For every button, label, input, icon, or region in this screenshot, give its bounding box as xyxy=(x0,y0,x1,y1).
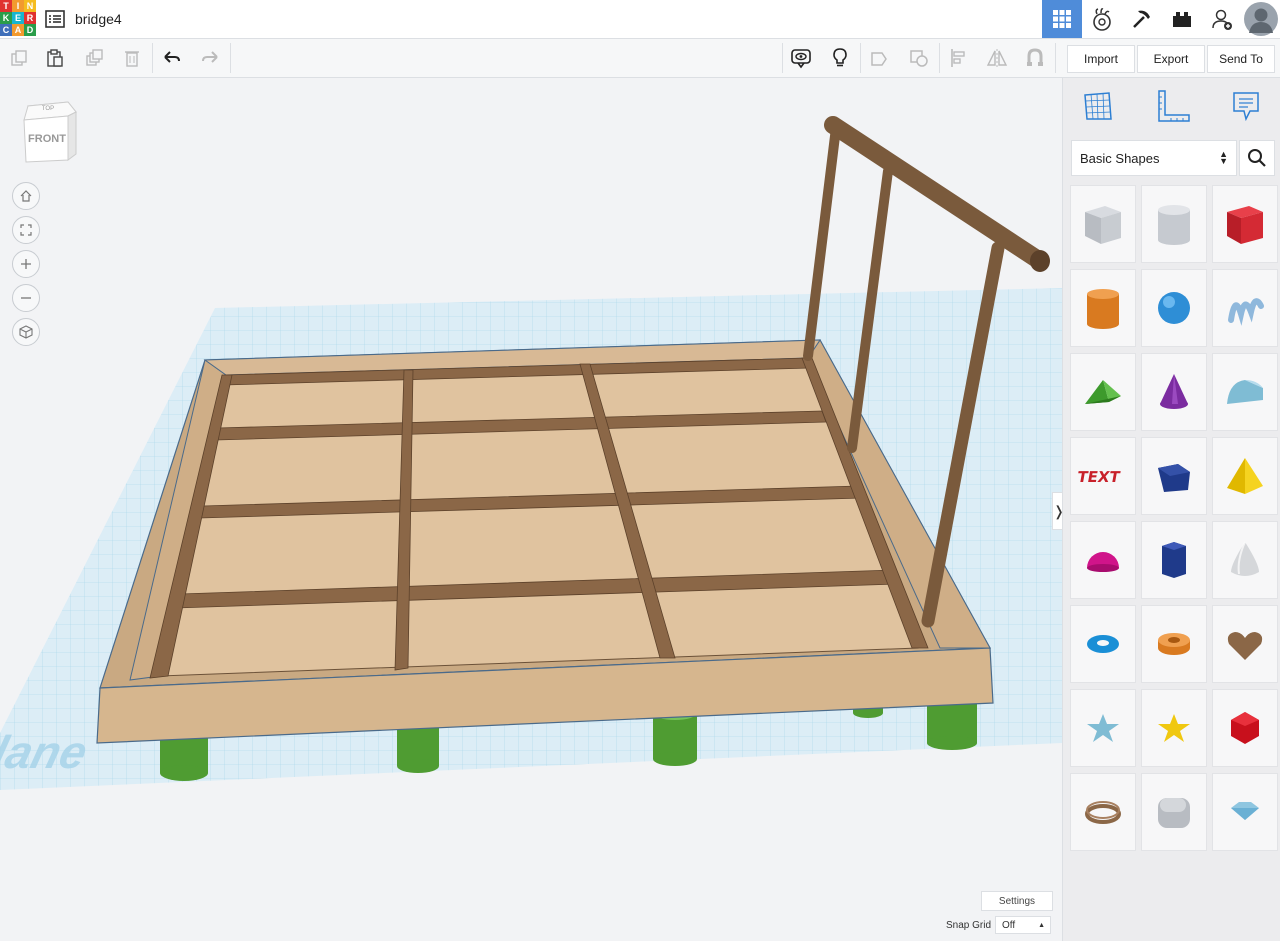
3d-scene[interactable]: Workplane xyxy=(0,78,1062,941)
shape-box[interactable] xyxy=(1212,185,1278,263)
logo-letter: C xyxy=(0,24,12,36)
search-icon[interactable] xyxy=(1239,140,1275,176)
shape-category-value: Basic Shapes xyxy=(1080,150,1160,166)
shape-round-roof[interactable] xyxy=(1212,353,1278,431)
shape-star[interactable] xyxy=(1070,689,1136,767)
send-to-button[interactable]: Send To xyxy=(1207,45,1275,73)
delete-icon[interactable] xyxy=(113,39,151,77)
logo-letter: K xyxy=(0,12,12,24)
logo-letter: D xyxy=(24,24,36,36)
snap-grid-label: Snap Grid xyxy=(946,920,992,931)
shape-category-select[interactable]: Basic Shapes ▲ ▼ xyxy=(1071,140,1237,176)
logo-letter: R xyxy=(24,12,36,24)
shape-heart[interactable] xyxy=(1212,605,1278,683)
shape-text[interactable]: TEXT xyxy=(1070,437,1136,515)
minecraft-icon[interactable] xyxy=(1122,0,1162,38)
shape-hexagonal-prism[interactable] xyxy=(1141,521,1207,599)
workplane-label: Workplane xyxy=(0,727,92,778)
logo-letter: E xyxy=(12,12,24,24)
shape-box-hole[interactable] xyxy=(1070,185,1136,263)
avatar[interactable] xyxy=(1242,0,1280,38)
caret-up-icon: ▲ xyxy=(1038,922,1045,929)
tinkercad-logo[interactable]: TINKERCAD xyxy=(0,0,36,36)
perspective-icon[interactable] xyxy=(12,318,40,346)
shape-cylinder[interactable] xyxy=(1070,269,1136,347)
tinker-icon[interactable] xyxy=(1082,0,1122,38)
home-icon[interactable] xyxy=(12,182,40,210)
redo-icon[interactable] xyxy=(191,39,229,77)
view-cube[interactable]: TOP FRONT xyxy=(22,100,78,164)
zoom-in-icon[interactable] xyxy=(12,250,40,278)
shape-grid: TEXT xyxy=(1070,185,1278,851)
shape-cone[interactable] xyxy=(1141,353,1207,431)
shape-cylinder-hole[interactable] xyxy=(1141,185,1207,263)
logo-letter: A xyxy=(12,24,24,36)
mirror-icon[interactable] xyxy=(978,39,1016,77)
shape-polygon[interactable] xyxy=(1141,437,1207,515)
lego-icon[interactable] xyxy=(1162,0,1202,38)
viewcube-top-label: TOP xyxy=(42,106,54,112)
edit-toolbar xyxy=(0,39,1062,78)
notes-icon[interactable] xyxy=(821,39,859,77)
workplane-icon[interactable] xyxy=(1078,86,1118,126)
shape-scribble[interactable] xyxy=(1212,269,1278,347)
logo-letter: T xyxy=(0,0,12,12)
shape-torus[interactable] xyxy=(1070,605,1136,683)
shape-sphere[interactable] xyxy=(1141,269,1207,347)
shape-star-yellow[interactable] xyxy=(1141,689,1207,767)
shape-roof[interactable] xyxy=(1070,353,1136,431)
notes-icon[interactable] xyxy=(1226,86,1266,126)
cruise-icon[interactable] xyxy=(1016,39,1054,77)
snap-grid-select[interactable]: Off ▲ xyxy=(995,916,1051,934)
design-list-icon[interactable] xyxy=(44,8,66,30)
shape-rounded-box[interactable] xyxy=(1141,773,1207,851)
ruler-icon[interactable] xyxy=(1153,86,1193,126)
shape-ring[interactable] xyxy=(1070,773,1136,851)
shape-icosahedron[interactable] xyxy=(1212,689,1278,767)
import-export-bar: Import Export Send To xyxy=(1062,39,1280,78)
settings-button[interactable]: Settings xyxy=(981,891,1053,911)
paste-icon[interactable] xyxy=(36,39,74,77)
fit-view-icon[interactable] xyxy=(12,216,40,244)
export-button[interactable]: Export xyxy=(1137,45,1205,73)
user-add-icon[interactable] xyxy=(1202,0,1242,38)
shape-tube[interactable] xyxy=(1141,605,1207,683)
viewcube-front-label: FRONT xyxy=(28,133,66,145)
show-all-icon[interactable] xyxy=(782,39,820,77)
zoom-out-icon[interactable] xyxy=(12,284,40,312)
logo-letter: I xyxy=(12,0,24,12)
select-arrows-icon: ▲ ▼ xyxy=(1219,149,1228,166)
undo-icon[interactable] xyxy=(153,39,191,77)
design-title[interactable]: bridge4 xyxy=(75,11,122,27)
top-bar: TINKERCAD bridge4 xyxy=(0,0,1280,39)
shapes-panel: Basic Shapes ▲ ▼ TEXT xyxy=(1062,78,1280,941)
group-icon[interactable] xyxy=(861,39,899,77)
snap-grid-value: Off xyxy=(1002,919,1016,931)
import-button[interactable]: Import xyxy=(1067,45,1135,73)
shape-pyramid[interactable] xyxy=(1212,437,1278,515)
shape-paraboloid[interactable] xyxy=(1212,521,1278,599)
grid-view-icon[interactable] xyxy=(1042,0,1082,38)
copy-icon[interactable] xyxy=(0,39,38,77)
workplane-viewport[interactable]: Workplane TOP FRONT Settings Snap Grid O… xyxy=(0,78,1062,941)
duplicate-icon[interactable] xyxy=(75,39,113,77)
text-shape-label: TEXT xyxy=(1076,468,1122,486)
shape-half-sphere[interactable] xyxy=(1070,521,1136,599)
ungroup-icon[interactable] xyxy=(900,39,938,77)
align-icon[interactable] xyxy=(940,39,978,77)
logo-letter: N xyxy=(24,0,36,12)
shape-diamond[interactable] xyxy=(1212,773,1278,851)
